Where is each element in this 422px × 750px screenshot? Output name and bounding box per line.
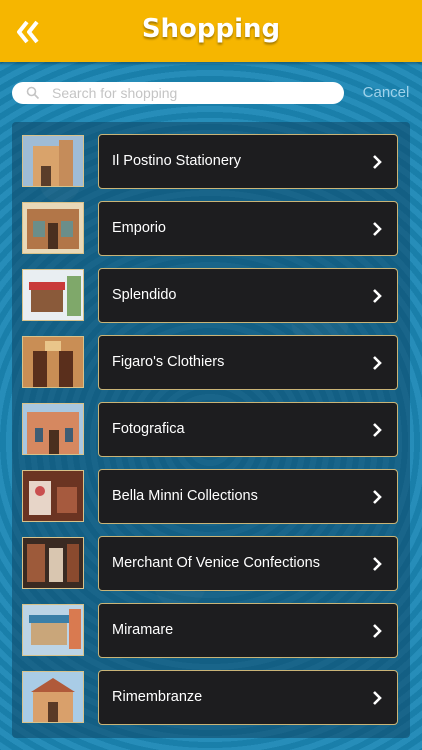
chevron-right-icon — [373, 155, 382, 169]
list-item[interactable]: Bella Minni Collections — [22, 469, 400, 526]
chevron-right-icon — [373, 557, 382, 571]
shop-thumbnail — [22, 336, 84, 388]
shop-thumbnail — [22, 604, 84, 656]
list-item-label: Miramare — [112, 622, 174, 638]
cancel-button[interactable]: Cancel — [356, 84, 416, 104]
shop-thumbnail — [22, 135, 84, 187]
shop-thumbnail — [22, 537, 84, 589]
list-item[interactable]: Rimembranze — [22, 670, 400, 727]
shop-thumbnail — [22, 403, 84, 455]
chevron-right-icon — [373, 691, 382, 705]
shop-thumbnail — [22, 202, 84, 254]
search-bar[interactable] — [12, 82, 344, 104]
shop-thumbnail — [22, 671, 84, 723]
search-input[interactable] — [52, 82, 332, 104]
shop-thumbnail — [22, 269, 84, 321]
shop-list: Il Postino Stationery Emporio Splendido … — [12, 122, 410, 738]
chevron-right-icon — [373, 222, 382, 236]
chevron-right-icon — [373, 423, 382, 437]
list-item-label: Rimembranze — [112, 689, 203, 705]
list-item-label: Il Postino Stationery — [112, 153, 241, 169]
list-item-label: Merchant Of Venice Confections — [112, 555, 320, 571]
list-item[interactable]: Figaro's Clothiers — [22, 335, 400, 392]
list-item-label: Figaro's Clothiers — [112, 354, 225, 370]
shop-thumbnail — [22, 470, 84, 522]
list-item[interactable]: Fotografica — [22, 402, 400, 459]
list-item-label: Emporio — [112, 220, 166, 236]
page-title: Shopping — [141, 14, 281, 44]
search-icon — [26, 86, 40, 100]
chevron-right-icon — [373, 490, 382, 504]
list-item[interactable]: Merchant Of Venice Confections — [22, 536, 400, 593]
list-item[interactable]: Miramare — [22, 603, 400, 660]
list-item[interactable]: Emporio — [22, 201, 400, 258]
list-item-label: Splendido — [112, 287, 177, 303]
list-item[interactable]: Il Postino Stationery — [22, 134, 400, 191]
chevron-right-icon — [373, 624, 382, 638]
nav-bar: Shopping — [0, 0, 422, 62]
list-item-label: Bella Minni Collections — [112, 488, 258, 504]
list-item[interactable]: Splendido — [22, 268, 400, 325]
list-item-label: Fotografica — [112, 421, 185, 437]
chevron-right-icon — [373, 289, 382, 303]
chevron-right-icon — [373, 356, 382, 370]
